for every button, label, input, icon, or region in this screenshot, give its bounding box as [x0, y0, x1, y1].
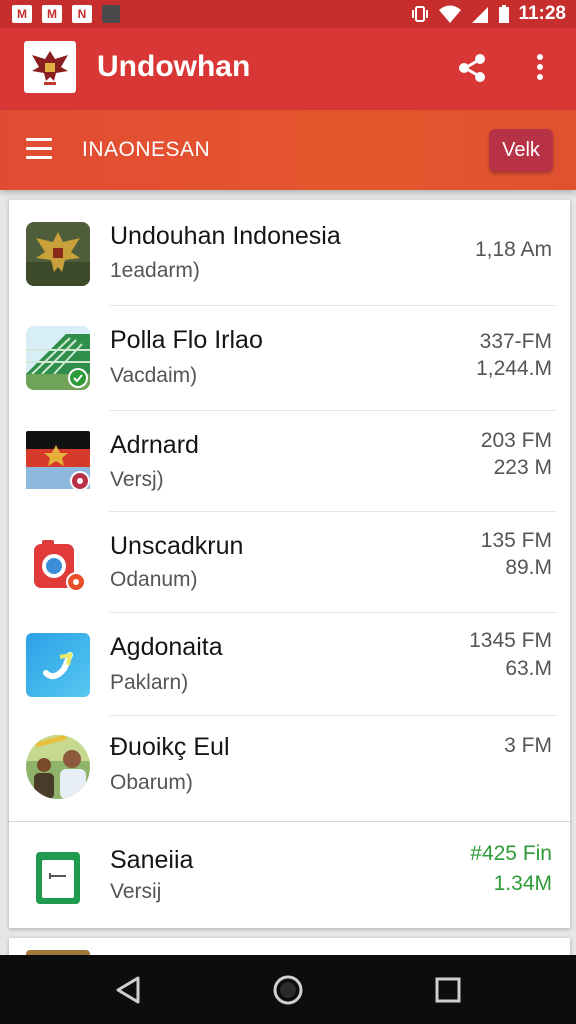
wifi-icon	[439, 5, 462, 23]
item-subtitle: 1eadarm)	[110, 259, 200, 282]
item-subtitle: Vacdaim)	[110, 364, 198, 387]
item-size: 1,244.M	[476, 357, 552, 380]
solar-panel-icon	[26, 326, 90, 390]
list-item[interactable]: Saneiia Versij #425 Fin 1.34M	[9, 822, 570, 928]
gmail-icon: M	[42, 5, 62, 23]
item-title: Đuoikç Eul	[110, 733, 230, 761]
garuda-emblem-icon	[26, 222, 90, 286]
item-date: 3 FM	[504, 734, 552, 757]
notification-icon	[102, 5, 120, 23]
list-item[interactable]: Adrnard Versj) 203 FM 223 M	[9, 411, 570, 512]
item-title: Agdonaita	[110, 633, 223, 661]
notification-icon: N	[72, 5, 92, 23]
item-date: 135 FM	[480, 529, 552, 552]
list-item[interactable]: Polla Flo Irlao Vacdaim) 337-FM 1,244.M	[9, 306, 570, 411]
back-triangle-icon[interactable]	[110, 972, 146, 1008]
sheets-app-icon	[26, 846, 90, 910]
item-date: 1,18 Am	[474, 238, 552, 261]
home-circle-icon[interactable]	[270, 972, 306, 1008]
item-size: 1.34M	[493, 872, 552, 895]
section-title: INAONESAN	[82, 138, 211, 161]
camera-app-icon	[26, 534, 90, 598]
clock: 11:28	[518, 3, 566, 24]
item-subtitle: Paklarn)	[110, 671, 189, 694]
section-bar: INAONESAN Velk	[0, 110, 576, 190]
list-item[interactable]: Đuoikç Eul Obarum) 3 FM	[9, 716, 570, 822]
status-system: 11:28	[410, 3, 566, 25]
people-photo-icon	[26, 735, 90, 799]
item-subtitle: Odanum)	[110, 568, 198, 591]
item-size: 223 M	[493, 456, 552, 479]
item-date: 203 FM	[480, 429, 552, 452]
item-size: 89.M	[505, 556, 552, 579]
item-date: 337-FM	[479, 330, 552, 353]
vibrate-icon	[412, 6, 429, 22]
garuda-emblem-icon	[24, 41, 76, 93]
item-subtitle: Versj)	[110, 468, 164, 491]
status-notifications: M M N	[12, 5, 120, 23]
item-title: Adrnard	[110, 431, 199, 459]
hamburger-menu-icon[interactable]	[26, 138, 52, 160]
item-title: Polla Flo Irlao	[110, 326, 263, 354]
battery-icon	[499, 5, 510, 23]
item-title: Unscadkrun	[110, 532, 244, 560]
item-size: 63.M	[505, 657, 552, 680]
item-subtitle: Versij	[110, 880, 162, 903]
list-item[interactable]: Unscadkrun Odanum) 135 FM 89.M	[9, 512, 570, 613]
list-item[interactable]: Agdonaita Paklarn) 1345 FM 63.M	[9, 613, 570, 716]
item-title: Undouhan Indonesia	[110, 222, 341, 250]
list-item[interactable]: Undouhan Indonesia 1eadarm) 1,18 Am	[9, 200, 570, 306]
item-subtitle: Obarum)	[110, 771, 193, 794]
status-bar: M M N 11:28	[0, 0, 576, 28]
share-icon[interactable]	[456, 52, 488, 84]
more-vert-icon[interactable]	[530, 50, 550, 86]
gmail-icon: M	[12, 5, 32, 23]
item-date: #425 Fin	[470, 842, 552, 865]
app-title: Undowhan	[97, 50, 251, 83]
download-list: Undouhan Indonesia 1eadarm) 1,18 Am Poll…	[9, 200, 570, 928]
app-bar: Undowhan	[0, 28, 576, 110]
item-title: Saneiia	[110, 846, 194, 874]
velk-button[interactable]: Velk	[489, 129, 553, 172]
item-date: 1345 FM	[469, 629, 552, 652]
recents-square-icon[interactable]	[430, 972, 466, 1008]
gradient-app-icon	[26, 633, 90, 697]
flag-icon	[26, 431, 90, 495]
system-nav-bar	[0, 955, 576, 1024]
signal-icon	[472, 7, 489, 23]
